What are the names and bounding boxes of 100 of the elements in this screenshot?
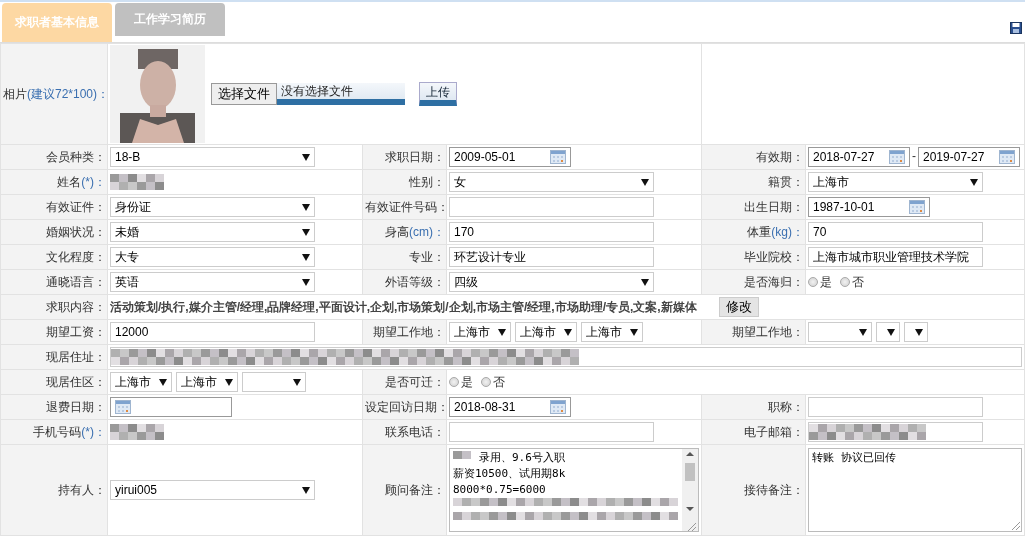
input-field[interactable]: 上海市城市职业管理技术学院	[808, 247, 983, 267]
caret-icon	[641, 178, 649, 186]
range-separator: -	[912, 149, 916, 164]
field-label: 期望工资：	[46, 324, 106, 339]
input-field[interactable]	[449, 197, 654, 217]
caret-icon	[859, 328, 867, 336]
notes-field[interactable]: 录用、9.6号入职 薪资10500、试用期8k 8000*0.75=6000	[449, 448, 699, 532]
job-content-text: 活动策划/执行,媒介主管/经理,品牌经理,平面设计,企划,市场策划/企划,市场主管/经理,市场助理/专员,文案,新媒体	[110, 300, 697, 314]
field-label: 文化程度：	[46, 249, 106, 264]
select-field[interactable]: 四级	[449, 272, 654, 292]
input-field[interactable]: 70	[808, 222, 983, 242]
select-field[interactable]: 上海市	[515, 322, 577, 342]
field-label: 外语等级：	[385, 274, 445, 289]
field-label: 联系电话：	[385, 424, 445, 439]
input-field[interactable]	[110, 346, 1022, 367]
select-field[interactable]	[242, 372, 306, 392]
select-field[interactable]: 上海市	[449, 322, 511, 342]
date-field[interactable]	[110, 397, 232, 417]
select-field[interactable]: 18-B	[110, 147, 315, 167]
date-field[interactable]: 2019-07-27	[918, 147, 1020, 167]
calendar-icon[interactable]	[550, 150, 566, 164]
note-line: 转账 协议已回传	[812, 450, 896, 466]
field-label: 身高(cm)：	[385, 224, 445, 239]
calendar-icon[interactable]	[115, 400, 131, 414]
radio-option[interactable]: 否	[481, 373, 505, 391]
input-field[interactable]	[449, 422, 654, 442]
field-label: 手机号码(*)：	[33, 424, 106, 439]
date-field[interactable]: 2009-05-01	[449, 147, 571, 167]
field-label: 姓名(*)：	[57, 174, 106, 189]
caret-icon	[915, 328, 923, 336]
field-label: 会员种类：	[46, 149, 106, 164]
field-label: 接待备注：	[744, 482, 804, 497]
caret-icon	[225, 378, 233, 386]
select-field[interactable]: 上海市	[808, 172, 983, 192]
input-field[interactable]	[808, 421, 983, 442]
caret-icon	[302, 228, 310, 236]
calendar-icon[interactable]	[999, 150, 1015, 164]
select-field[interactable]: 身份证	[110, 197, 315, 217]
date-field[interactable]: 2018-08-31	[449, 397, 571, 417]
select-field[interactable]: 上海市	[176, 372, 238, 392]
date-field[interactable]: 2018-07-27	[808, 147, 910, 167]
file-status: 没有选择文件	[277, 83, 405, 105]
note-line: 薪资10500、试用期8k	[453, 466, 566, 482]
select-field[interactable]: 上海市	[581, 322, 643, 342]
caret-icon	[293, 378, 301, 386]
caret-icon	[887, 328, 895, 336]
note-line: 录用、9.6号入职	[479, 450, 565, 466]
input-field[interactable]	[808, 397, 983, 417]
caret-icon	[302, 278, 310, 286]
field-label: 现居住址：	[46, 349, 106, 364]
input-field[interactable]: 12000	[110, 322, 315, 342]
select-field[interactable]: 英语	[110, 272, 315, 292]
choose-file-button[interactable]: 选择文件	[211, 83, 277, 105]
edit-button[interactable]: 修改	[718, 297, 759, 317]
field-label: 出生日期：	[744, 199, 804, 214]
upload-button[interactable]: 上传	[419, 82, 457, 106]
field-label: 是否可迁：	[385, 374, 445, 389]
select-field[interactable]: 女	[449, 172, 654, 192]
caret-icon	[641, 278, 649, 286]
field-label: 有效证件：	[46, 199, 106, 214]
scrollbar[interactable]	[682, 449, 698, 531]
caret-icon	[970, 178, 978, 186]
select-field[interactable]	[876, 322, 900, 342]
calendar-icon[interactable]	[550, 400, 566, 414]
field-label: 专业：	[409, 249, 445, 264]
field-label: 期望工作地：	[732, 324, 804, 339]
calendar-icon[interactable]	[889, 150, 905, 164]
blurred-text-drawing	[110, 424, 166, 440]
select-field[interactable]: 未婚	[110, 222, 315, 242]
field-label: 顾问备注：	[385, 482, 445, 497]
radio-option[interactable]: 否	[840, 273, 864, 291]
radio-option[interactable]: 是	[449, 373, 473, 391]
field-label: 持有人：	[58, 482, 106, 497]
notes-field[interactable]: 转账 协议已回传	[808, 448, 1022, 532]
caret-icon	[630, 328, 638, 336]
calendar-icon[interactable]	[909, 200, 925, 214]
caret-icon	[159, 378, 167, 386]
field-label: 期望工作地：	[373, 324, 445, 339]
field-label: 有效证件号码：	[365, 199, 449, 214]
select-field[interactable]: 大专	[110, 247, 315, 267]
field-label: 退费日期：	[46, 399, 106, 414]
field-label: 通晓语言：	[46, 274, 106, 289]
radio-option[interactable]: 是	[808, 273, 832, 291]
field-label: 籍贯：	[768, 174, 804, 189]
select-field[interactable]: yirui005	[110, 480, 315, 500]
blurred-text-drawing	[110, 174, 166, 190]
select-field[interactable]	[904, 322, 928, 342]
select-field[interactable]	[808, 322, 872, 342]
input-field[interactable]: 170	[449, 222, 654, 242]
date-field[interactable]: 1987-10-01	[808, 197, 930, 217]
caret-icon	[302, 253, 310, 261]
caret-icon	[498, 328, 506, 336]
input-field[interactable]: 环艺设计专业	[449, 247, 654, 267]
field-label: 性别：	[409, 174, 445, 189]
select-field[interactable]: 上海市	[110, 372, 172, 392]
caret-icon	[564, 328, 572, 336]
field-label: 相片(建议72*100)：	[3, 86, 110, 101]
field-label: 求职日期：	[385, 149, 445, 164]
note-line: 8000*0.75=6000	[453, 482, 546, 498]
caret-icon	[302, 486, 310, 494]
